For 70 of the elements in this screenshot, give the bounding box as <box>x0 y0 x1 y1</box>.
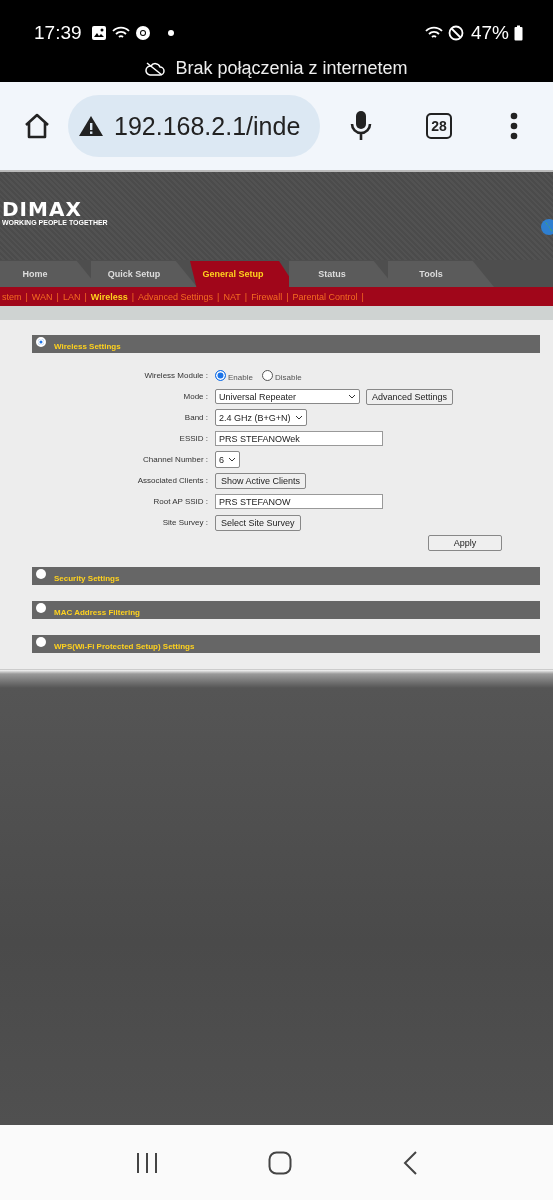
separator: | <box>361 291 364 302</box>
chevron-down-icon <box>228 457 236 462</box>
input-field[interactable]: PRS STEFANOW <box>215 494 383 509</box>
section-header[interactable]: MAC Address Filtering <box>32 601 540 619</box>
separator: | <box>244 291 248 302</box>
form-button[interactable]: Advanced Settings <box>366 388 454 405</box>
submenu-link[interactable]: Firewall <box>251 291 283 302</box>
separator: | <box>25 291 28 302</box>
radio-button[interactable] <box>36 637 46 647</box>
separator: | <box>286 291 289 302</box>
section-header[interactable]: Wireless Settings <box>32 335 540 353</box>
field-label: Wireless Module : <box>143 371 209 380</box>
warning-icon <box>78 115 104 137</box>
submenu-link[interactable]: LAN <box>62 291 81 302</box>
cloud-off-icon <box>145 61 166 76</box>
clock: 17:39 <box>34 22 82 44</box>
image-icon <box>90 25 107 41</box>
field-label: Mode : <box>182 392 209 401</box>
field-label: ESSID : <box>178 434 209 443</box>
recent-apps-icon[interactable] <box>134 1151 159 1174</box>
field-label: Site Survey : <box>161 518 209 527</box>
submenu-link[interactable]: NAT <box>223 291 241 302</box>
radio-label: Disable <box>274 373 302 382</box>
menu-tab[interactable]: Quick Setup <box>91 261 197 287</box>
menu-tab[interactable]: Tools <box>388 261 494 287</box>
form-button[interactable]: Show Active Clients <box>215 472 307 489</box>
back-icon[interactable] <box>402 1150 419 1175</box>
submenu-link[interactable]: stem <box>2 291 22 302</box>
radio-button[interactable] <box>36 569 46 579</box>
radio-label: Enable <box>228 373 253 382</box>
battery-percent: 47% <box>470 22 509 44</box>
browser-icon <box>134 25 151 41</box>
section-header[interactable]: Security Settings <box>32 567 540 585</box>
submenu-link[interactable]: Parental Control <box>292 291 358 302</box>
field-label: Root AP SSID : <box>152 497 209 506</box>
microphone-icon[interactable] <box>350 110 372 142</box>
submenu-link[interactable]: Wireless <box>90 291 128 302</box>
field-label: Band : <box>183 413 209 422</box>
separator: | <box>56 291 59 302</box>
apply-button[interactable]: Apply <box>428 535 502 551</box>
chevron-down-icon <box>294 415 303 420</box>
separator: | <box>84 291 87 302</box>
tab-switcher-button[interactable]: 28 <box>426 113 452 139</box>
wifi-icon <box>424 25 443 41</box>
radio-button[interactable] <box>36 603 46 613</box>
radio-button[interactable] <box>261 370 273 381</box>
dropdown[interactable]: 6 <box>215 451 240 468</box>
address-bar[interactable]: 192.168.2.1/inde <box>68 95 320 157</box>
dropdown[interactable]: 2.4 GHz (B+G+N) <box>215 409 307 426</box>
chevron-down-icon <box>348 394 356 399</box>
separator: | <box>217 291 220 302</box>
separator: | <box>131 291 135 302</box>
more-options-icon[interactable] <box>510 112 518 140</box>
do-not-disturb-icon <box>447 25 464 41</box>
battery-icon <box>514 25 523 41</box>
radio-button[interactable] <box>215 370 226 381</box>
globe-icon <box>539 219 553 235</box>
field-label: Associated Clients : <box>136 476 209 485</box>
home-button-icon[interactable] <box>268 1150 293 1175</box>
wifi-icon <box>111 25 130 41</box>
notification-dot-icon <box>167 30 174 36</box>
input-field[interactable]: PRS STEFANOWek <box>215 431 383 446</box>
submenu-link[interactable]: WAN <box>31 291 53 302</box>
section-header[interactable]: WPS(Wi-Fi Protected Setup) Settings <box>32 635 540 653</box>
form-button[interactable]: Select Site Survey <box>215 514 301 531</box>
offline-message: Brak połączenia z internetem <box>175 58 408 79</box>
logo: DIMAX <box>2 198 82 219</box>
dropdown[interactable]: Universal Repeater <box>215 389 360 404</box>
submenu-link[interactable]: Advanced Settings <box>138 291 214 302</box>
field-label: Channel Number : <box>142 455 209 464</box>
